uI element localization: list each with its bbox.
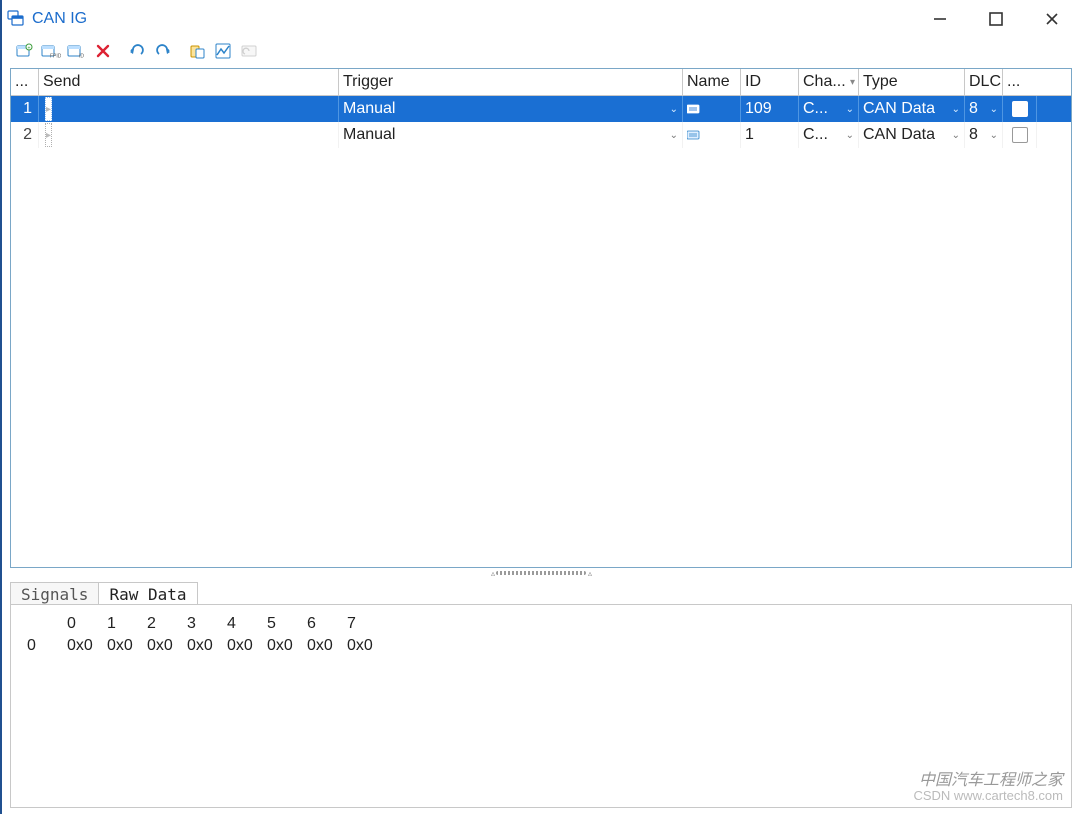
col-more[interactable]: ... [1003, 69, 1037, 95]
table-row[interactable]: 2▸ Manual⌄ 1C...⌄CAN Data⌄8⌄ [11, 122, 1071, 148]
toolbar: + FPID ID [10, 38, 1080, 64]
row-index[interactable]: 2 [11, 122, 39, 148]
window-controls [912, 0, 1080, 38]
col-trigger[interactable]: Trigger [339, 69, 683, 95]
new-frame-fpid-button[interactable]: FPID [40, 40, 62, 62]
new-frame-button[interactable]: + [14, 40, 36, 62]
close-button[interactable] [1024, 0, 1080, 38]
send-cell[interactable]: ▸ [39, 122, 339, 148]
app-icon [6, 9, 26, 29]
signal-graph-button[interactable] [212, 40, 234, 62]
rawdata-cell[interactable]: 0x0 [223, 635, 263, 657]
rawdata-cell[interactable]: 0x0 [263, 635, 303, 657]
rawdata-row-label: 0 [23, 635, 63, 657]
id-cell[interactable]: 109 [741, 96, 799, 122]
window-title: CAN IG [32, 10, 87, 28]
grid-header: ... Send Trigger Name ID Cha...▾ Type DL… [11, 69, 1071, 96]
watermark: 中国汽车工程师之家 CSDN www.cartech8.com [913, 773, 1063, 803]
type-cell[interactable]: CAN Data⌄ [859, 96, 965, 122]
new-frame-db-button[interactable]: ID [66, 40, 88, 62]
id-cell[interactable]: 1 [741, 122, 799, 148]
svg-text:FPID: FPID [50, 54, 61, 60]
col-channel[interactable]: Cha...▾ [799, 69, 859, 95]
detail-panel: Signals Raw Data 0123456700x00x00x00x00x… [10, 578, 1072, 808]
col-dlc[interactable]: DLC [965, 69, 1003, 95]
table-row[interactable]: 1▸ Manual⌄ 109C...⌄CAN Data⌄8⌄ [11, 96, 1071, 122]
rawdata-cell[interactable]: 0x0 [63, 635, 103, 657]
rawdata-col-header: 5 [263, 613, 303, 635]
maximize-button[interactable] [968, 0, 1024, 38]
send-cell[interactable]: ▸ [39, 96, 339, 122]
splitter[interactable]: ▵ ▵ [10, 568, 1072, 578]
send-button[interactable]: ▸ [45, 123, 52, 147]
name-cell[interactable] [683, 122, 741, 148]
tab-signals[interactable]: Signals [10, 582, 99, 604]
rawdata-cell[interactable]: 0x0 [303, 635, 343, 657]
rawdata-cell[interactable]: 0x0 [143, 635, 183, 657]
row-checkbox[interactable] [1003, 96, 1037, 122]
rawdata-cell[interactable]: 0x0 [343, 635, 383, 657]
col-id[interactable]: ID [741, 69, 799, 95]
raw-data-panel: 0123456700x00x00x00x00x00x00x00x0 中国汽车工程… [10, 604, 1072, 808]
dlc-cell[interactable]: 8⌄ [965, 96, 1003, 122]
row-checkbox[interactable] [1003, 122, 1037, 148]
name-cell[interactable] [683, 96, 741, 122]
trigger-cell[interactable]: Manual⌄ [339, 122, 683, 148]
svg-text:ID: ID [79, 54, 84, 60]
rawdata-col-header: 4 [223, 613, 263, 635]
tab-raw-data[interactable]: Raw Data [98, 582, 197, 604]
delete-button[interactable] [92, 40, 114, 62]
rawdata-cell[interactable]: 0x0 [183, 635, 223, 657]
send-button[interactable]: ▸ [45, 97, 52, 121]
svg-text:+: + [28, 46, 31, 52]
grid-body: 1▸Manual⌄109C...⌄CAN Data⌄8⌄2▸Manual⌄1C.… [11, 96, 1071, 567]
minimize-button[interactable] [912, 0, 968, 38]
rawdata-cell[interactable]: 0x0 [103, 635, 143, 657]
disabled-tool-button[interactable] [238, 40, 260, 62]
message-grid: ... Send Trigger Name ID Cha...▾ Type DL… [10, 68, 1072, 568]
undo-button[interactable] [126, 40, 148, 62]
channel-cell[interactable]: C...⌄ [799, 122, 859, 148]
detail-tabs: Signals Raw Data [10, 578, 1072, 604]
rawdata-col-header: 0 [63, 613, 103, 635]
raw-data-table: 0123456700x00x00x00x00x00x00x00x0 [23, 613, 383, 657]
titlebar: CAN IG [2, 0, 1080, 38]
rawdata-col-header: 1 [103, 613, 143, 635]
rawdata-col-header: 3 [183, 613, 223, 635]
redo-button[interactable] [152, 40, 174, 62]
rawdata-col-header: 7 [343, 613, 383, 635]
rawdata-col-header: 6 [303, 613, 343, 635]
type-cell[interactable]: CAN Data⌄ [859, 122, 965, 148]
paste-button[interactable] [186, 40, 208, 62]
col-type[interactable]: Type [859, 69, 965, 95]
channel-cell[interactable]: C...⌄ [799, 96, 859, 122]
row-index[interactable]: 1 [11, 96, 39, 122]
col-menu[interactable]: ... [11, 69, 39, 95]
rawdata-col-header: 2 [143, 613, 183, 635]
trigger-cell[interactable]: Manual⌄ [339, 96, 683, 122]
col-name[interactable]: Name [683, 69, 741, 95]
col-send[interactable]: Send [39, 69, 339, 95]
dlc-cell[interactable]: 8⌄ [965, 122, 1003, 148]
